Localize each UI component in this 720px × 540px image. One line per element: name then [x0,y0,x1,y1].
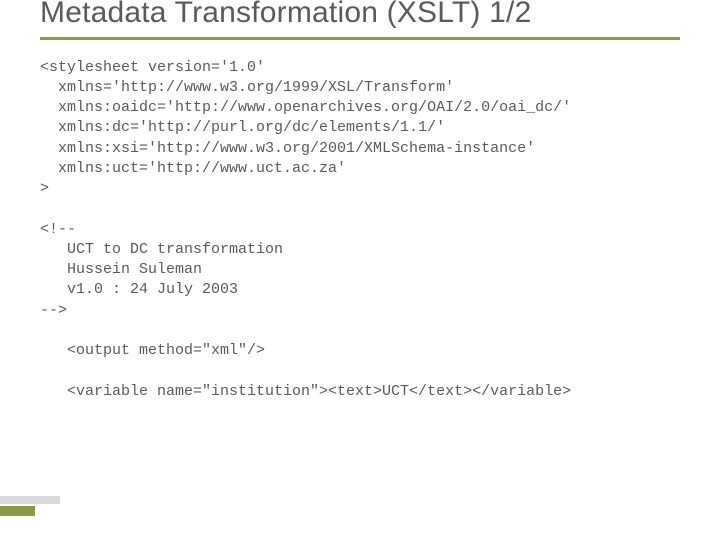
code-line: xmlns:oaidc='http://www.openarchives.org… [40,99,571,116]
code-line: xmlns:xsi='http://www.w3.org/2001/XMLSch… [40,140,535,157]
code-line: xmlns:uct='http://www.uct.ac.za' [40,160,346,177]
slide: Metadata Transformation (XSLT) 1/2 <styl… [0,0,720,422]
code-line: <stylesheet version='1.0' [40,59,265,76]
code-line: v1.0 : 24 July 2003 [40,281,238,298]
slide-title: Metadata Transformation (XSLT) 1/2 [40,0,680,31]
code-line: --> [40,302,67,319]
code-line: Hussein Suleman [40,261,202,278]
code-block: <stylesheet version='1.0' xmlns='http://… [40,58,680,402]
footer-accent-bar [0,506,35,516]
code-line: xmlns:dc='http://purl.org/dc/elements/1.… [40,119,445,136]
code-line: xmlns='http://www.w3.org/1999/XSL/Transf… [40,79,454,96]
code-line: UCT to DC transformation [40,241,283,258]
title-underline [40,37,680,40]
code-line: > [40,180,49,197]
code-line: <!-- [40,221,76,238]
code-line: <output method="xml"/> [40,342,265,359]
footer-accent-shadow [0,496,60,504]
code-line: <variable name="institution"><text>UCT</… [40,383,571,400]
